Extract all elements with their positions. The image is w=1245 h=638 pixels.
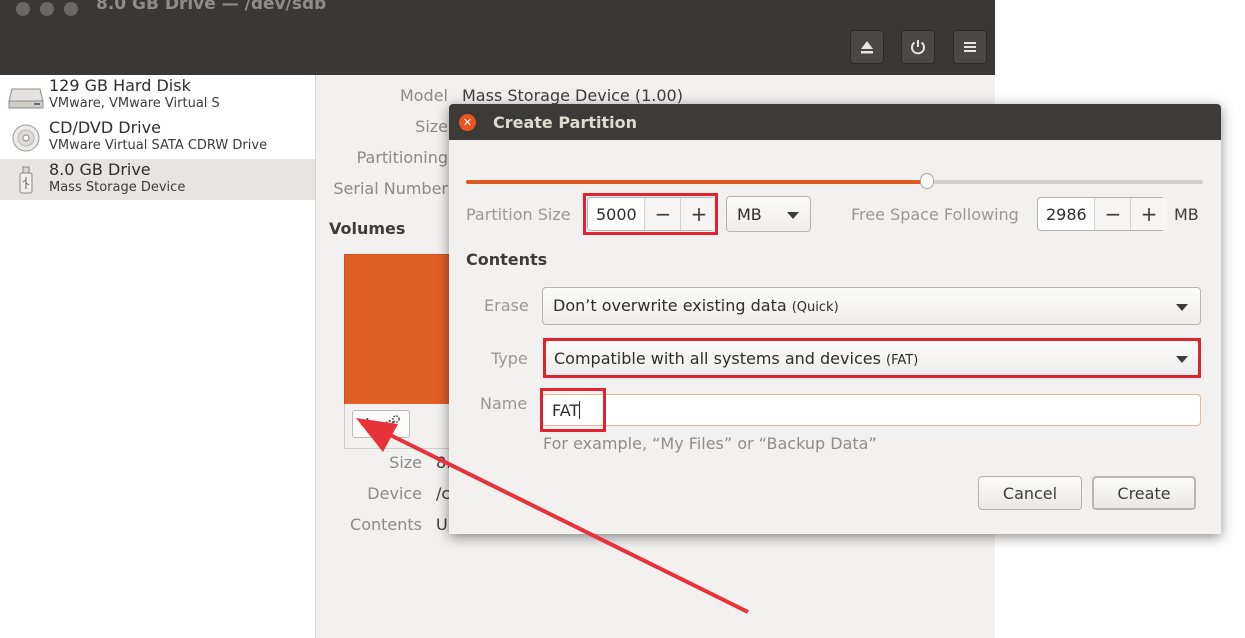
annotation-arrow [356,418,749,614]
